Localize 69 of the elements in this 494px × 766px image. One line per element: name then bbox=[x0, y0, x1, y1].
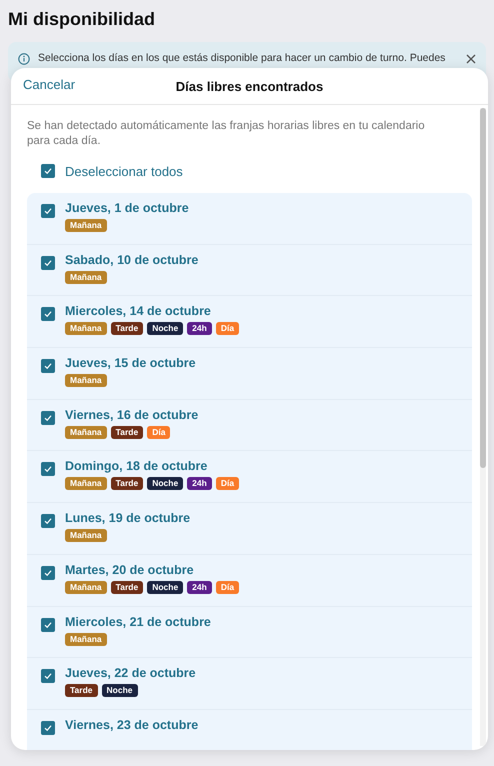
shift-tag: Mañana bbox=[65, 322, 107, 336]
scrollbar[interactable] bbox=[480, 108, 486, 746]
day-label[interactable]: Jueves, 15 de octubre bbox=[65, 356, 196, 370]
checkbox[interactable] bbox=[41, 307, 55, 322]
shift-tag: Mañana bbox=[65, 374, 107, 388]
day-label[interactable]: Martes, 20 de octubre bbox=[65, 562, 240, 577]
checkbox[interactable] bbox=[41, 618, 55, 632]
day-label[interactable]: Sabado, 10 de octubre bbox=[65, 252, 198, 267]
cancel-button[interactable]: Cancelar bbox=[23, 77, 76, 92]
shift-tag: 24h bbox=[187, 580, 212, 594]
shift-tag: Noche bbox=[102, 684, 138, 698]
checkbox[interactable] bbox=[41, 359, 55, 374]
check-icon bbox=[43, 516, 53, 526]
checkbox[interactable] bbox=[41, 720, 55, 735]
shift-tag: Noche bbox=[147, 477, 184, 490]
shift-tag: Mañana bbox=[65, 477, 107, 490]
shift-tag: Tarde bbox=[110, 477, 144, 490]
info-text: Selecciona los días en los que estás disponible para hacer un cambio de turno. Puedes bbox=[38, 52, 446, 64]
shift-tag: Noche bbox=[147, 322, 184, 336]
day-label[interactable]: Viernes, 16 de octubre bbox=[65, 408, 198, 422]
shift-tag: Tarde bbox=[65, 684, 98, 698]
checkbox[interactable] bbox=[41, 256, 55, 270]
checkbox[interactable] bbox=[41, 669, 55, 684]
day-label[interactable]: Jueves, 22 de octubre bbox=[65, 666, 196, 680]
day-label[interactable]: Lunes, 19 de octubre bbox=[65, 511, 190, 526]
shift-tag: Mañana bbox=[65, 219, 107, 232]
shift-tag: Día bbox=[147, 426, 170, 439]
shift-tag: Tarde bbox=[110, 322, 144, 336]
shift-tag: 24h bbox=[187, 322, 212, 336]
description-text: Se han detectado automáticamente las franjas horarias libres en tu calendario para cada día. bbox=[27, 119, 426, 149]
shift-tag: Tarde bbox=[110, 580, 144, 594]
check-icon bbox=[43, 671, 53, 682]
check-icon bbox=[43, 568, 53, 578]
checkbox[interactable] bbox=[41, 204, 55, 218]
day-label[interactable]: Jueves, 1 de octubre bbox=[65, 201, 189, 215]
check-icon bbox=[43, 620, 53, 630]
checkbox[interactable] bbox=[41, 410, 55, 425]
checkbox[interactable] bbox=[41, 566, 55, 580]
info-icon bbox=[18, 53, 30, 65]
shift-tag: Tarde bbox=[110, 426, 144, 439]
check-icon bbox=[43, 166, 53, 176]
shift-tag: 24h bbox=[187, 477, 212, 490]
day-label[interactable]: Miercoles, 14 de octubre bbox=[65, 304, 240, 318]
shift-tag: Mañana bbox=[65, 529, 107, 542]
select-all-label[interactable]: Deseleccionar todos bbox=[65, 164, 183, 178]
shift-tag: Día bbox=[216, 477, 240, 490]
shift-tag: Día bbox=[216, 580, 240, 594]
check-icon bbox=[43, 464, 53, 474]
check-icon bbox=[43, 309, 53, 320]
shift-tag: Mañana bbox=[65, 580, 107, 594]
checkbox[interactable] bbox=[41, 514, 55, 528]
day-label[interactable]: Domingo, 18 de octubre bbox=[65, 459, 240, 474]
check-icon bbox=[43, 412, 53, 423]
shift-tag: Noche bbox=[147, 580, 184, 594]
checkbox[interactable] bbox=[41, 462, 55, 476]
shift-tag: Mañana bbox=[65, 426, 107, 439]
check-icon bbox=[43, 258, 53, 268]
shift-tag: Mañana bbox=[65, 632, 107, 646]
modal-title: Días libres encontrados bbox=[176, 78, 324, 94]
check-icon bbox=[43, 361, 53, 372]
check-icon bbox=[43, 722, 53, 733]
day-label[interactable]: Miercoles, 21 de octubre bbox=[65, 614, 211, 628]
day-label[interactable]: Viernes, 23 de octubre bbox=[65, 718, 198, 732]
checkbox[interactable] bbox=[41, 164, 55, 178]
shift-tag: Mañana bbox=[65, 270, 107, 284]
shift-tag: Día bbox=[216, 322, 240, 336]
close-icon[interactable] bbox=[466, 54, 476, 64]
check-icon bbox=[43, 206, 53, 216]
page-title: Mi disponibilidad bbox=[7, 8, 156, 30]
